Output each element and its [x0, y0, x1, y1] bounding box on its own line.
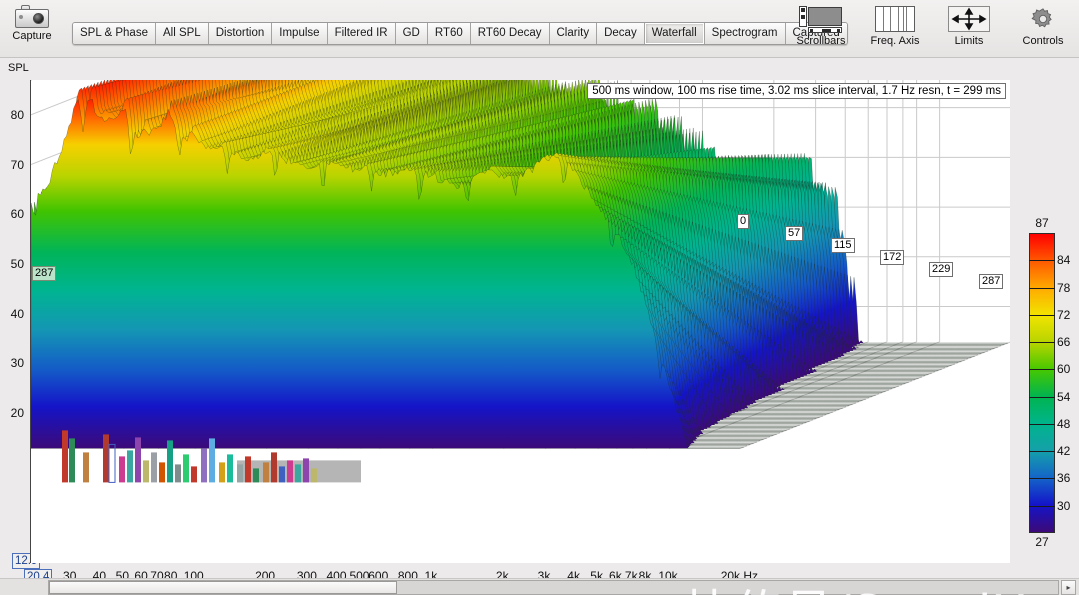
colorbar-tick-84: 84	[1057, 253, 1071, 268]
waterfall-graph[interactable]: 500 ms window, 100 ms rise time, 3.02 ms…	[30, 80, 1010, 563]
plot-info-label: 500 ms window, 100 ms rise time, 3.02 ms…	[587, 83, 1006, 99]
colorbar-gridline	[1029, 505, 1055, 507]
freq-axis-button[interactable]: Freq. Axis	[865, 4, 925, 47]
freq-axis-icon	[875, 4, 915, 34]
colorbar-gridline	[1029, 287, 1055, 289]
horizontal-scrollbar[interactable]: ◂ ▸	[0, 578, 1079, 595]
tab-gd[interactable]: GD	[395, 23, 428, 44]
colorbar-gridline	[1029, 342, 1055, 344]
rew-waterfall-window: Capture SPL & Phase All SPL Distortion Impu…	[0, 0, 1079, 595]
colorbar-gridline	[1029, 451, 1055, 453]
colorbar	[1029, 233, 1055, 533]
tab-impulse[interactable]: Impulse	[272, 23, 328, 44]
colorbar-gridline	[1029, 314, 1055, 316]
scroll-right-arrow[interactable]: ▸	[1061, 580, 1076, 595]
y-tick-40: 40	[10, 306, 24, 321]
tab-rt60-decay[interactable]: RT60 Decay	[470, 23, 550, 44]
colorbar-tick-42: 42	[1057, 444, 1071, 459]
waterfall-surface	[31, 80, 1010, 483]
y-tick-20: 20	[10, 406, 24, 421]
y-tick-30: 30	[10, 356, 24, 371]
y-tick-70: 70	[10, 157, 24, 172]
time-label-287: 287	[979, 274, 1004, 289]
colorbar-max-label: 87	[1035, 216, 1049, 230]
colorbar-gridline	[1029, 478, 1055, 480]
limits-icon	[948, 4, 990, 34]
time-label-115: 115	[831, 238, 855, 253]
gear-label: Controls	[1022, 35, 1064, 47]
view-tab-bar: SPL & Phase All SPL Distortion Impulse Filte…	[72, 22, 848, 45]
tab-decay[interactable]: Decay	[597, 23, 645, 44]
camera-icon	[15, 4, 49, 28]
time-label-57: 57	[785, 226, 804, 241]
scrollbars-label: Scrollbars	[796, 35, 846, 47]
colorbar-tick-30: 30	[1057, 498, 1071, 513]
tab-waterfall[interactable]: Waterfall	[644, 23, 705, 44]
y-tick-60: 60	[10, 207, 24, 222]
scrollbars-icon	[799, 4, 843, 34]
y-tick-50: 50	[10, 256, 24, 271]
time-label-0: 0	[737, 214, 750, 229]
time-label-172: 172	[880, 250, 905, 265]
colorbar-gridline	[1029, 423, 1055, 425]
colorbar-tick-66: 66	[1057, 335, 1071, 350]
scrollbars-button[interactable]: Scrollbars	[791, 4, 851, 47]
colorbar-gridline	[1029, 260, 1055, 262]
scroll-track[interactable]	[48, 580, 1059, 595]
colorbar-tick-78: 78	[1057, 280, 1071, 295]
capture-label: Capture	[12, 30, 52, 42]
colorbar-tick-36: 36	[1057, 471, 1071, 486]
colorbar-min-label: 27	[1035, 535, 1049, 549]
tab-spl-phase[interactable]: SPL & Phase	[73, 23, 156, 44]
colorbar-gridline	[1029, 369, 1055, 371]
time-label-left: 287	[32, 266, 57, 281]
toolbar-actions: Scrollbars Freq. Axis Limits Controls	[791, 4, 1073, 47]
y-axis-ticks: 80 70 60 50 40 30 20	[0, 58, 28, 578]
controls-button[interactable]: Controls	[1013, 4, 1073, 47]
tab-rt60[interactable]: RT60	[427, 23, 471, 44]
colorbar-gridline	[1029, 396, 1055, 398]
y-tick-80: 80	[10, 107, 24, 122]
gear-icon	[1030, 4, 1056, 34]
colorbar-tick-72: 72	[1057, 307, 1071, 322]
scroll-thumb[interactable]	[49, 581, 397, 594]
colorbar-tick-48: 48	[1057, 416, 1071, 431]
limits-label: Limits	[954, 35, 984, 47]
tab-spectrogram[interactable]: Spectrogram	[704, 23, 786, 44]
freq-axis-label: Freq. Axis	[870, 35, 920, 47]
tab-filtered-ir[interactable]: Filtered IR	[327, 23, 396, 44]
colorbar-tick-54: 54	[1057, 389, 1071, 404]
tab-clarity[interactable]: Clarity	[549, 23, 598, 44]
capture-button[interactable]: Capture	[4, 4, 60, 54]
time-label-229: 229	[929, 262, 954, 277]
tab-distortion[interactable]: Distortion	[208, 23, 273, 44]
colorbar-tick-60: 60	[1057, 362, 1071, 377]
tab-all-spl[interactable]: All SPL	[155, 23, 209, 44]
waterfall-plot-panel: SPL 80 70 60 50 40 30 20 30 40 50 60 70 80 100 200 300…	[0, 58, 1079, 595]
top-toolbar: Capture SPL & Phase All SPL Distortion Impu…	[0, 0, 1079, 58]
limits-button[interactable]: Limits	[939, 4, 999, 47]
